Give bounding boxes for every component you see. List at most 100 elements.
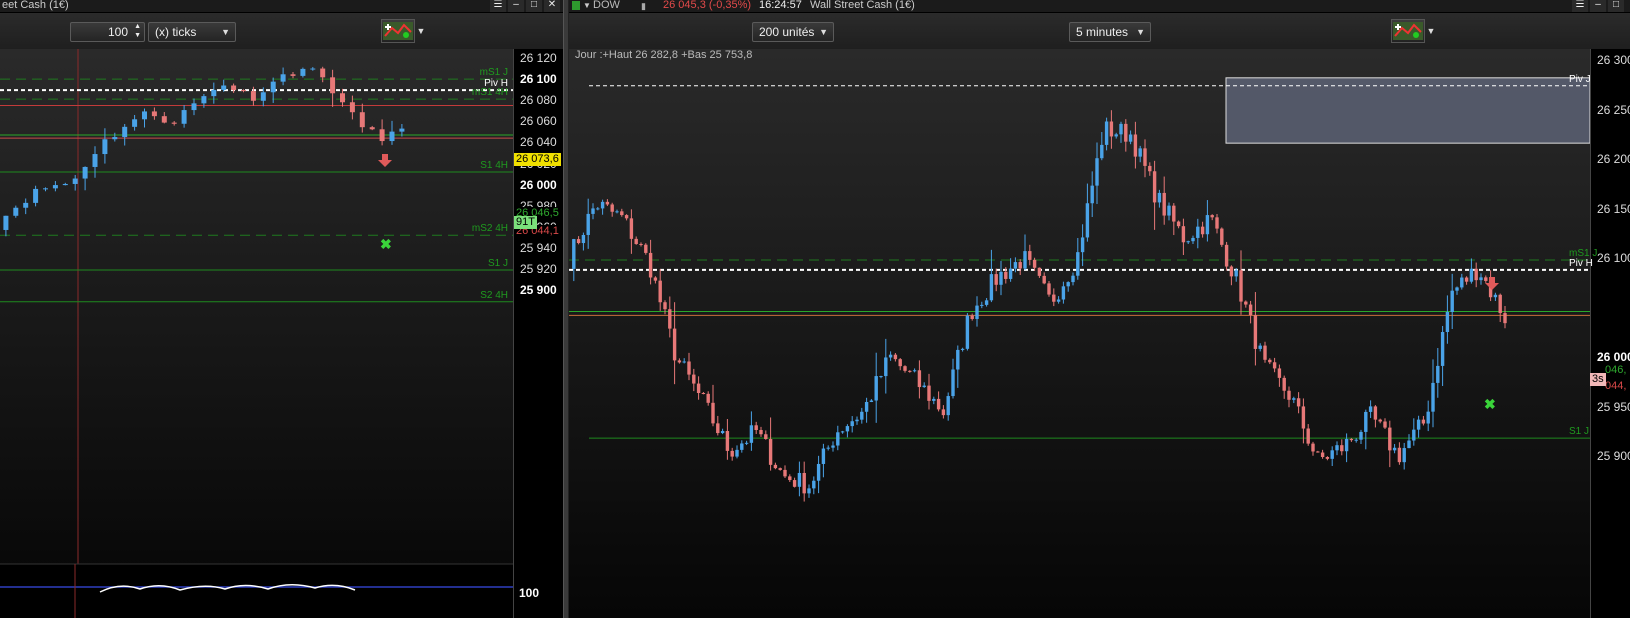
left-candlestick-chart[interactable]: ✖ bbox=[0, 49, 513, 618]
candle-body bbox=[1124, 123, 1128, 142]
candle-body bbox=[1248, 304, 1253, 316]
menu-icon[interactable]: ☰ bbox=[1572, 0, 1588, 12]
candle-body bbox=[142, 111, 147, 120]
minimize-icon[interactable]: – bbox=[1590, 0, 1606, 12]
candle-body bbox=[668, 309, 672, 329]
candle-body bbox=[1109, 121, 1114, 137]
candle-body bbox=[1023, 251, 1027, 269]
candle-body bbox=[749, 425, 754, 443]
candle-body bbox=[1061, 286, 1066, 300]
left-toolbar: 100 ▲ ▼ (x) ticks ▼ ▼ bbox=[0, 13, 563, 50]
quantity-stepper[interactable]: 100 ▲ ▼ bbox=[70, 22, 145, 42]
candle-body bbox=[290, 74, 296, 76]
level-label-ms1-4h: mS1 4H bbox=[471, 87, 508, 99]
candle-body bbox=[1186, 241, 1190, 243]
drawing-tools-dropdown-icon[interactable]: ▼ bbox=[415, 19, 427, 43]
candle-body bbox=[975, 305, 979, 319]
y-tick-label: 26 100 bbox=[1597, 251, 1630, 265]
tick-count-badge: 91T bbox=[514, 216, 537, 229]
menu-icon[interactable]: ☰ bbox=[490, 0, 506, 12]
stepper-arrows-icon[interactable]: ▲ ▼ bbox=[134, 22, 141, 40]
right-toolbar: 200 unités ▼ 5 minutes ▼ ▼ bbox=[569, 13, 1630, 50]
left-title-bar: eet Cash (1€) ☰ – □ ✕ bbox=[0, 0, 563, 12]
candle-body bbox=[1320, 452, 1325, 458]
candle-body bbox=[1325, 457, 1330, 459]
candle-body bbox=[1042, 275, 1046, 284]
candle-body bbox=[1503, 313, 1507, 324]
candle-body bbox=[1018, 262, 1022, 269]
candle-body bbox=[850, 421, 854, 427]
candle-body bbox=[359, 112, 365, 128]
drawing-tools-icon[interactable] bbox=[381, 19, 415, 43]
tick-unit-value: (x) ticks bbox=[155, 25, 197, 39]
candle-body bbox=[855, 419, 859, 422]
info-icon[interactable]: ▮ bbox=[641, 1, 646, 11]
candle-body bbox=[92, 154, 98, 167]
candle-body bbox=[1392, 447, 1397, 451]
y-tick-label: 26 150 bbox=[1597, 201, 1630, 216]
candle-body bbox=[860, 411, 864, 420]
right-candlestick-chart[interactable]: ✖ bbox=[569, 49, 1590, 618]
candle-body bbox=[984, 300, 989, 305]
minimize-icon[interactable]: – bbox=[508, 0, 524, 12]
candle-body bbox=[831, 445, 835, 448]
candle-body bbox=[330, 77, 336, 94]
candle-body bbox=[1253, 315, 1258, 349]
chart-type-icon[interactable] bbox=[572, 1, 580, 10]
candle-body bbox=[591, 208, 595, 214]
left-price-axis[interactable]: 26 12026 10026 08026 06026 04026 02026 0… bbox=[513, 49, 563, 618]
candle-body bbox=[898, 359, 902, 367]
candle-body bbox=[845, 426, 850, 432]
interval-select[interactable]: 5 minutes ▼ bbox=[1069, 22, 1151, 42]
tick-unit-select[interactable]: (x) ticks ▼ bbox=[148, 22, 236, 42]
candle-body bbox=[1426, 411, 1430, 424]
level-label-piv-h: Piv H bbox=[1569, 257, 1593, 269]
candle-body bbox=[917, 370, 922, 388]
day-high-low-info: Jour :+Haut 26 282,8 +Bas 25 753,8 bbox=[575, 49, 753, 61]
candle-body bbox=[735, 449, 739, 457]
candle-body bbox=[43, 188, 48, 190]
chevron-down-icon[interactable]: ▼ bbox=[583, 1, 591, 11]
candle-body bbox=[908, 370, 912, 372]
left-window-title: eet Cash (1€) bbox=[2, 0, 69, 11]
candle-body bbox=[379, 129, 385, 142]
candle-body bbox=[270, 81, 276, 93]
right-title-bar: ▼ DOW ▮ 26 045,3 (-0,35%) 16:24:57 Wall … bbox=[569, 0, 1630, 12]
candle-body bbox=[300, 68, 306, 76]
candle-body bbox=[888, 354, 893, 358]
close-icon[interactable]: ✕ bbox=[544, 0, 560, 12]
candle-body bbox=[1436, 365, 1440, 383]
drawing-tools-icon[interactable] bbox=[1391, 19, 1425, 43]
drawing-tools-dropdown-icon[interactable]: ▼ bbox=[1425, 19, 1437, 43]
candle-body bbox=[812, 480, 816, 489]
candle-body bbox=[572, 239, 576, 269]
candle-body bbox=[764, 434, 768, 440]
candle-body bbox=[320, 68, 326, 78]
candle-body bbox=[759, 430, 763, 435]
candle-body bbox=[1104, 121, 1109, 145]
y-tick-label: 25 950 bbox=[1597, 399, 1630, 414]
candle-body bbox=[33, 188, 39, 203]
level-label-s2-4h: S2 4H bbox=[480, 289, 508, 301]
units-select[interactable]: 200 unités ▼ bbox=[752, 22, 834, 42]
y-tick-label: 26 060 bbox=[520, 114, 557, 129]
candle-body bbox=[994, 274, 998, 285]
candle-body bbox=[1215, 217, 1219, 229]
candle-body bbox=[932, 398, 936, 401]
candle-body bbox=[946, 396, 950, 416]
y-tick-label: 26 080 bbox=[520, 93, 557, 108]
y-tick-label: 26 040 bbox=[520, 135, 557, 150]
candle-body bbox=[1412, 429, 1416, 441]
right-price-axis[interactable]: 26 300 26 250 26 200 26 150 26 100 26 000 25 9… bbox=[1590, 49, 1630, 618]
maximize-icon[interactable]: □ bbox=[526, 0, 542, 12]
candle-body bbox=[1344, 438, 1349, 452]
maximize-icon[interactable]: □ bbox=[1608, 0, 1624, 12]
candle-body bbox=[821, 448, 826, 464]
candle-body bbox=[836, 432, 840, 446]
candle-body bbox=[1100, 144, 1104, 159]
y-tick-label: 25 940 bbox=[520, 240, 557, 255]
candle-body bbox=[112, 137, 118, 140]
candle-body bbox=[879, 376, 883, 378]
candle-body bbox=[221, 85, 227, 90]
candle-body bbox=[3, 215, 9, 230]
